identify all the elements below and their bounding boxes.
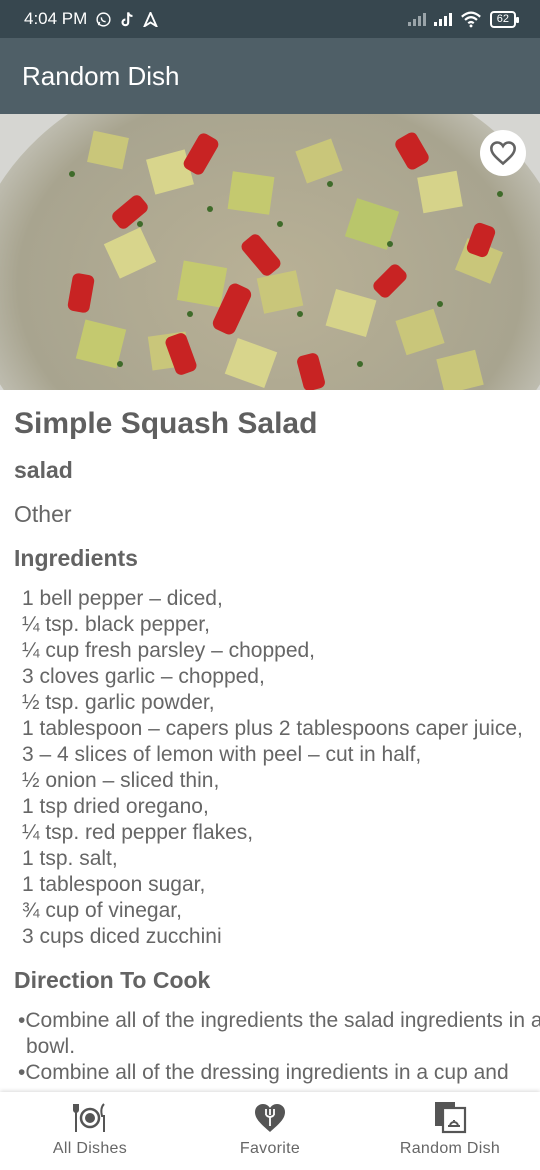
directions-title: Direction To Cook bbox=[14, 967, 211, 993]
whatsapp-icon bbox=[96, 11, 111, 27]
nav-item-favorite[interactable]: Favorite bbox=[180, 1092, 360, 1170]
ingredient-item: 1 tablespoon – capers plus 2 tablespoons… bbox=[22, 717, 523, 740]
wifi-icon bbox=[460, 11, 481, 27]
ingredient-item: 1 tsp dried oregano, bbox=[22, 795, 209, 818]
ingredients-list: 1 bell pepper – diced, ¼ tsp. black pepp… bbox=[14, 586, 540, 950]
ingredient-item: 3 cloves garlic – chopped, bbox=[22, 665, 265, 688]
ingredient-item: 3 – 4 slices of lemon with peel – cut in… bbox=[22, 743, 422, 766]
nav-label-favorite: Favorite bbox=[239, 1140, 301, 1157]
ingredient-item: ¾ cup of vinegar, bbox=[22, 899, 182, 922]
plate-cutlery-icon bbox=[73, 1103, 105, 1132]
ingredient-item: ¼ tsp. red pepper flakes, bbox=[22, 821, 254, 844]
dish-photo bbox=[0, 114, 540, 390]
nav-item-all-dishes[interactable]: All Dishes bbox=[0, 1092, 180, 1170]
directions-list: •Combine all of the ingredients the sala… bbox=[14, 1008, 540, 1086]
heart-fork-icon bbox=[255, 1104, 285, 1132]
favorite-button[interactable] bbox=[480, 130, 526, 176]
nav-label-all-dishes: All Dishes bbox=[52, 1140, 128, 1157]
battery-indicator: 62 bbox=[489, 10, 520, 28]
ingredient-item: ½ onion – sliced thin, bbox=[22, 769, 220, 792]
dish-details: Simple Squash Salad salad Other Ingredie… bbox=[0, 390, 540, 1086]
dish-name: Simple Squash Salad bbox=[14, 407, 318, 440]
ingredient-item: ¼ cup fresh parsley – chopped, bbox=[22, 639, 316, 662]
bottom-navigation: All Dishes Favorite Random Dish bbox=[0, 1092, 540, 1170]
nav-label-random-dish: Random Dish bbox=[399, 1140, 501, 1157]
navigation-arrow-icon bbox=[143, 11, 159, 27]
ingredient-item: 3 cups diced zucchini bbox=[22, 925, 222, 948]
dish-category: Other bbox=[14, 501, 72, 527]
status-time: 4:04 PM bbox=[24, 9, 88, 28]
tiktok-icon bbox=[121, 11, 133, 26]
ingredient-item: 1 tsp. salt, bbox=[22, 847, 118, 870]
status-bar: 4:04 PM 62 bbox=[0, 0, 540, 38]
ingredient-item: 1 tablespoon sugar, bbox=[22, 873, 206, 896]
dish-type: salad bbox=[14, 457, 73, 483]
signal-icon bbox=[433, 12, 452, 26]
ingredient-item: ½ tsp. garlic powder, bbox=[22, 691, 215, 714]
ingredient-item: ¼ tsp. black pepper, bbox=[22, 613, 210, 636]
ingredients-title: Ingredients bbox=[14, 545, 138, 571]
signal-icon-secondary bbox=[407, 12, 426, 26]
heart-outline-icon bbox=[490, 141, 516, 166]
ingredient-item: 1 bell pepper – diced, bbox=[22, 587, 223, 610]
nav-item-random-dish[interactable]: Random Dish bbox=[360, 1092, 540, 1170]
app-bar-title: Random Dish bbox=[22, 60, 180, 91]
direction-step: •Combine all of the ingredients the sala… bbox=[18, 1009, 540, 1058]
dish-image bbox=[0, 114, 540, 390]
random-dish-icon bbox=[435, 1102, 467, 1134]
direction-step: •Combine all of the dressing ingredients… bbox=[18, 1061, 509, 1084]
app-bar: Random Dish bbox=[0, 38, 540, 114]
